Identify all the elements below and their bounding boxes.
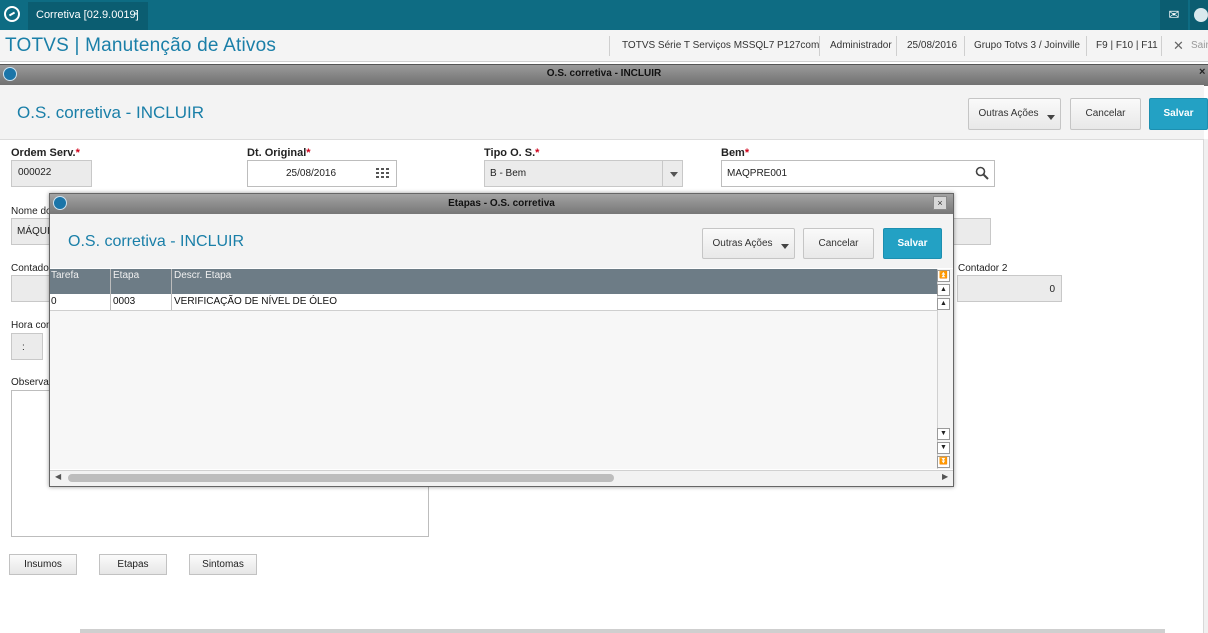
etapas-button[interactable]: Etapas bbox=[99, 554, 167, 575]
header-divider bbox=[1086, 36, 1087, 56]
exit-link[interactable]: Sair bbox=[1191, 40, 1208, 51]
insumos-label: Insumos bbox=[24, 559, 62, 570]
nome-bem-label: Nome do bbox=[11, 206, 52, 217]
cancel-button[interactable]: Cancelar bbox=[1070, 98, 1141, 130]
dialog-outras-acoes-button[interactable]: Outras Ações bbox=[702, 228, 795, 259]
totvs-logo-icon[interactable] bbox=[4, 6, 20, 22]
hora-contador-field[interactable]: : bbox=[11, 333, 43, 360]
cancel-label: Cancelar bbox=[1085, 108, 1126, 119]
tab-corretiva[interactable]: Corretiva [02.9.0019] bbox=[28, 2, 148, 30]
header-function-keys: F9 | F10 | F11 bbox=[1096, 40, 1158, 51]
scroll-page-down-icon[interactable]: ▼ bbox=[937, 442, 950, 454]
main-horizontal-scrollbar[interactable] bbox=[80, 629, 1165, 633]
insumos-button[interactable]: Insumos bbox=[9, 554, 77, 575]
hora-contador-label: Hora con bbox=[11, 320, 52, 331]
observacao-label: Observa bbox=[11, 377, 49, 388]
save-label: Salvar bbox=[1163, 108, 1194, 119]
bem-value: MAQPRE001 bbox=[727, 168, 788, 179]
sintomas-button[interactable]: Sintomas bbox=[189, 554, 257, 575]
dialog-cancel-label: Cancelar bbox=[818, 238, 859, 249]
app-tab-bar bbox=[0, 0, 1208, 30]
etapas-label: Etapas bbox=[117, 559, 149, 570]
chevron-down-icon bbox=[670, 172, 678, 177]
bem-label: Bem* bbox=[721, 147, 750, 159]
column-divider bbox=[110, 269, 111, 310]
scroll-page-up-icon[interactable]: ▲ bbox=[937, 284, 950, 296]
cell-descr-etapa: VERIFICAÇÃO DE NÍVEL DE ÓLEO bbox=[174, 296, 338, 307]
sintomas-label: Sintomas bbox=[202, 559, 244, 570]
column-divider bbox=[171, 269, 172, 310]
scroll-down-icon[interactable]: ▼ bbox=[937, 428, 950, 440]
window-close-icon[interactable]: × bbox=[1199, 66, 1205, 78]
contador2-field[interactable]: 0 bbox=[957, 275, 1062, 302]
ordem-serv-field[interactable]: 000022 bbox=[11, 160, 92, 187]
col-header-tarefa[interactable]: Tarefa bbox=[51, 270, 79, 281]
save-button[interactable]: Salvar bbox=[1149, 98, 1208, 130]
dialog-bar-title: Etapas - O.S. corretiva bbox=[448, 198, 555, 209]
cell-etapa: 0003 bbox=[113, 296, 136, 307]
tab-close-icon[interactable]: × bbox=[133, 9, 139, 20]
dt-original-field[interactable]: 25/08/2016 bbox=[247, 160, 397, 187]
app-brand-title: TOTVS | Manutenção de Ativos bbox=[5, 35, 277, 56]
dialog-save-button[interactable]: Salvar bbox=[883, 228, 942, 259]
col-header-etapa[interactable]: Etapa bbox=[113, 270, 139, 281]
col-header-descr-etapa[interactable]: Descr. Etapa bbox=[174, 270, 231, 281]
close-icon[interactable]: ✕ bbox=[1173, 38, 1184, 54]
dialog-title: O.S. corretiva - INCLUIR bbox=[68, 233, 245, 250]
header-divider bbox=[1161, 36, 1162, 56]
contador2-label: Contador 2 bbox=[958, 263, 1008, 274]
user-avatar[interactable] bbox=[1190, 0, 1208, 30]
calendar-icon[interactable] bbox=[376, 168, 389, 179]
page-title: O.S. corretiva - INCLUIR bbox=[17, 103, 205, 122]
header-system: TOTVS Série T Serviços MSSQL7 P127com bbox=[622, 40, 820, 51]
dialog-cancel-button[interactable]: Cancelar bbox=[803, 228, 874, 259]
contador-label: Contador bbox=[11, 263, 53, 274]
header-divider bbox=[964, 36, 965, 56]
dialog-outras-acoes-label: Outras Ações bbox=[712, 238, 773, 249]
tipo-os-label: Tipo O. S.* bbox=[484, 147, 540, 159]
mail-icon[interactable]: ✉ bbox=[1160, 0, 1188, 30]
ordem-serv-label: Ordem Serv.* bbox=[11, 147, 80, 159]
search-icon[interactable] bbox=[975, 166, 989, 183]
dt-original-label: Dt. Original* bbox=[247, 147, 311, 159]
header-company: Grupo Totvs 3 / Joinville bbox=[974, 40, 1080, 51]
contador2-value: 0 bbox=[1049, 284, 1055, 295]
tab-label: Corretiva [02.9.0019] bbox=[36, 9, 139, 21]
outras-acoes-label: Outras Ações bbox=[978, 108, 1039, 119]
header-divider bbox=[819, 36, 820, 56]
main-vertical-scrollbar[interactable] bbox=[1203, 139, 1208, 633]
cell-tarefa: 0 bbox=[51, 296, 57, 307]
tipo-os-select[interactable]: B - Bem bbox=[484, 160, 683, 187]
dt-original-value: 25/08/2016 bbox=[286, 168, 337, 179]
header-user: Administrador bbox=[830, 40, 892, 51]
scroll-up-icon[interactable]: ▲ bbox=[937, 298, 950, 310]
header-divider bbox=[609, 36, 610, 56]
header-date: 25/08/2016 bbox=[907, 40, 958, 51]
dialog-save-label: Salvar bbox=[897, 238, 928, 249]
bem-field[interactable]: MAQPRE001 bbox=[721, 160, 995, 187]
row2-right-field[interactable] bbox=[950, 218, 991, 245]
tipo-os-value: B - Bem bbox=[490, 168, 527, 179]
scroll-bottom-icon[interactable]: ⏬ bbox=[937, 456, 950, 468]
grid-body bbox=[50, 311, 937, 469]
outras-acoes-button[interactable]: Outras Ações bbox=[968, 98, 1061, 130]
window-bar-title: O.S. corretiva - INCLUIR bbox=[546, 68, 662, 79]
header-divider bbox=[896, 36, 897, 56]
dialog-close-icon[interactable]: × bbox=[933, 196, 947, 210]
chevron-down-icon bbox=[1047, 115, 1055, 120]
scroll-left-icon[interactable]: ◀ bbox=[55, 472, 61, 481]
chevron-down-icon bbox=[781, 244, 789, 249]
select-divider bbox=[662, 161, 663, 186]
horizontal-scroll-thumb[interactable] bbox=[68, 474, 614, 482]
scroll-top-icon[interactable]: ⏫ bbox=[937, 270, 950, 282]
scroll-right-icon[interactable]: ▶ bbox=[942, 472, 948, 481]
